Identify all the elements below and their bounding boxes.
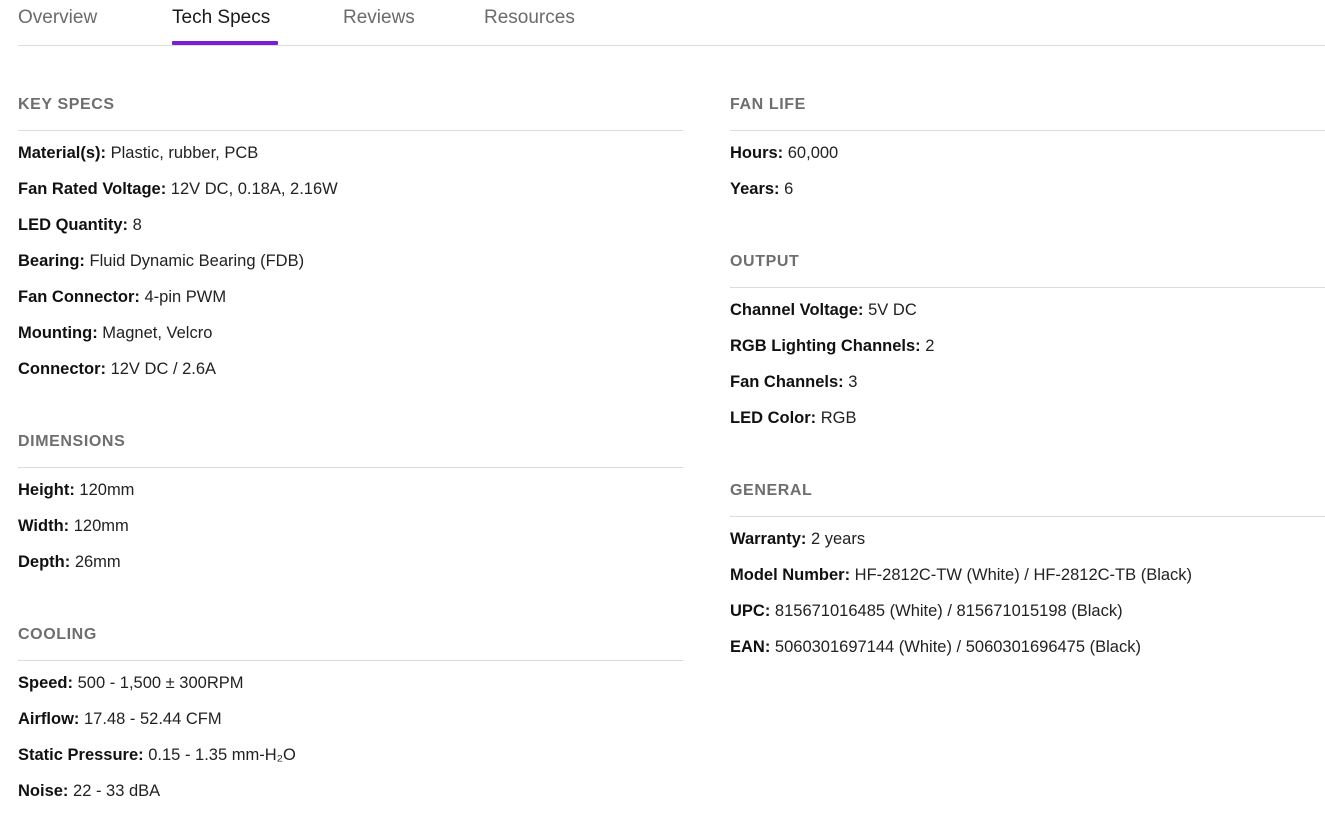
spec-row: Fan Rated Voltage: 12V DC, 0.18A, 2.16W [18, 180, 338, 199]
spec-value: 6 [779, 180, 794, 198]
spec-key: Fan Rated Voltage: [18, 180, 167, 198]
spec-row: Years: 6 [730, 180, 793, 199]
tab-tech-specs[interactable]: Tech Specs [172, 7, 270, 29]
spec-value: HF-2812C-TW (White) / HF-2812C-TB (Black… [850, 566, 1193, 584]
spec-value: Fluid Dynamic Bearing (FDB) [84, 252, 305, 270]
spec-row: Model Number: HF-2812C-TW (White) / HF-2… [730, 566, 1192, 585]
section-title: DIMENSIONS [18, 433, 126, 450]
spec-key: Channel Voltage: [730, 301, 864, 319]
spec-key: Noise: [18, 782, 69, 800]
spec-value: 5V DC [863, 301, 917, 319]
spec-key: Height: [18, 481, 75, 499]
section-title: GENERAL [730, 482, 813, 499]
spec-key: EAN: [730, 638, 771, 656]
spec-key: UPC: [730, 602, 771, 620]
spec-row: Connector: 12V DC / 2.6A [18, 360, 216, 379]
spec-value: 120mm [69, 517, 129, 535]
spec-value: 500 - 1,500 ± 300RPM [73, 674, 244, 692]
spec-key: Hours: [730, 144, 784, 162]
spec-row: RGB Lighting Channels: 2 [730, 337, 934, 356]
section-divider [730, 516, 1325, 517]
spec-key: Static Pressure: [18, 746, 144, 764]
spec-value: RGB [816, 409, 857, 427]
spec-row: Depth: 26mm [18, 553, 121, 572]
spec-key: Material(s): [18, 144, 107, 162]
spec-row: Width: 120mm [18, 517, 129, 536]
spec-key: Width: [18, 517, 70, 535]
spec-value: 3 [843, 373, 858, 391]
section-divider [18, 130, 683, 131]
section-title: FAN LIFE [730, 96, 806, 113]
spec-value: 12V DC, 0.18A, 2.16W [166, 180, 338, 198]
section-title: COOLING [18, 626, 97, 643]
tab-resources[interactable]: Resources [484, 7, 575, 29]
tab-overview[interactable]: Overview [18, 7, 97, 29]
spec-key: Mounting: [18, 324, 98, 342]
spec-value: Magnet, Velcro [97, 324, 213, 342]
tab-reviews[interactable]: Reviews [343, 7, 415, 29]
spec-value: 815671016485 (White) / 815671015198 (Bla… [770, 602, 1123, 620]
spec-row: Static Pressure: 0.15 - 1.35 mm-H₂O [18, 746, 296, 765]
spec-row: Channel Voltage: 5V DC [730, 301, 917, 320]
section-title: OUTPUT [730, 253, 800, 270]
spec-value: 120mm [74, 481, 135, 499]
spec-row: Height: 120mm [18, 481, 134, 500]
spec-row: Warranty: 2 years [730, 530, 865, 549]
spec-row: UPC: 815671016485 (White) / 815671015198… [730, 602, 1123, 621]
spec-row: LED Quantity: 8 [18, 216, 142, 235]
spec-row: LED Color: RGB [730, 409, 857, 428]
spec-key: Model Number: [730, 566, 851, 584]
spec-key: Fan Channels: [730, 373, 844, 391]
spec-row: EAN: 5060301697144 (White) / 50603016964… [730, 638, 1141, 657]
spec-key: Warranty: [730, 530, 807, 548]
spec-row: Hours: 60,000 [730, 144, 838, 163]
spec-key: Connector: [18, 360, 106, 378]
spec-key: LED Quantity: [18, 216, 128, 234]
spec-value: 17.48 - 52.44 CFM [79, 710, 222, 728]
spec-row: Mounting: Magnet, Velcro [18, 324, 212, 343]
spec-row: Material(s): Plastic, rubber, PCB [18, 144, 258, 163]
section-divider [18, 660, 683, 661]
spec-value: 8 [128, 216, 142, 234]
spec-key: Fan Connector: [18, 288, 140, 306]
spec-row: Fan Connector: 4-pin PWM [18, 288, 226, 307]
spec-key: Years: [730, 180, 780, 198]
spec-row: Speed: 500 - 1,500 ± 300RPM [18, 674, 244, 693]
spec-key: Speed: [18, 674, 74, 692]
spec-value: 5060301697144 (White) / 5060301696475 (B… [770, 638, 1141, 656]
spec-key: LED Color: [730, 409, 817, 427]
spec-key: Depth: [18, 553, 71, 571]
spec-value: 2 years [806, 530, 866, 548]
spec-value: 60,000 [783, 144, 839, 162]
spec-key: Bearing: [18, 252, 85, 270]
spec-value: 2 [920, 337, 935, 355]
spec-value: 26mm [70, 553, 121, 571]
spec-value: 0.15 - 1.35 mm-H₂O [143, 746, 296, 764]
tab-bar-divider [18, 45, 1325, 46]
spec-row: Fan Channels: 3 [730, 373, 857, 392]
section-divider [18, 467, 683, 468]
spec-key: RGB Lighting Channels: [730, 337, 921, 355]
spec-row: Noise: 22 - 33 dBA [18, 782, 160, 801]
spec-value: Plastic, rubber, PCB [106, 144, 259, 162]
spec-value: 22 - 33 dBA [68, 782, 161, 800]
spec-value: 12V DC / 2.6A [106, 360, 217, 378]
section-divider [730, 130, 1325, 131]
spec-key: Airflow: [18, 710, 80, 728]
section-divider [730, 287, 1325, 288]
spec-row: Airflow: 17.48 - 52.44 CFM [18, 710, 222, 729]
spec-row: Bearing: Fluid Dynamic Bearing (FDB) [18, 252, 304, 271]
section-title: KEY SPECS [18, 96, 115, 113]
spec-value: 4-pin PWM [139, 288, 227, 306]
tab-bar: Overview Tech Specs Reviews Resources [0, 0, 1325, 46]
